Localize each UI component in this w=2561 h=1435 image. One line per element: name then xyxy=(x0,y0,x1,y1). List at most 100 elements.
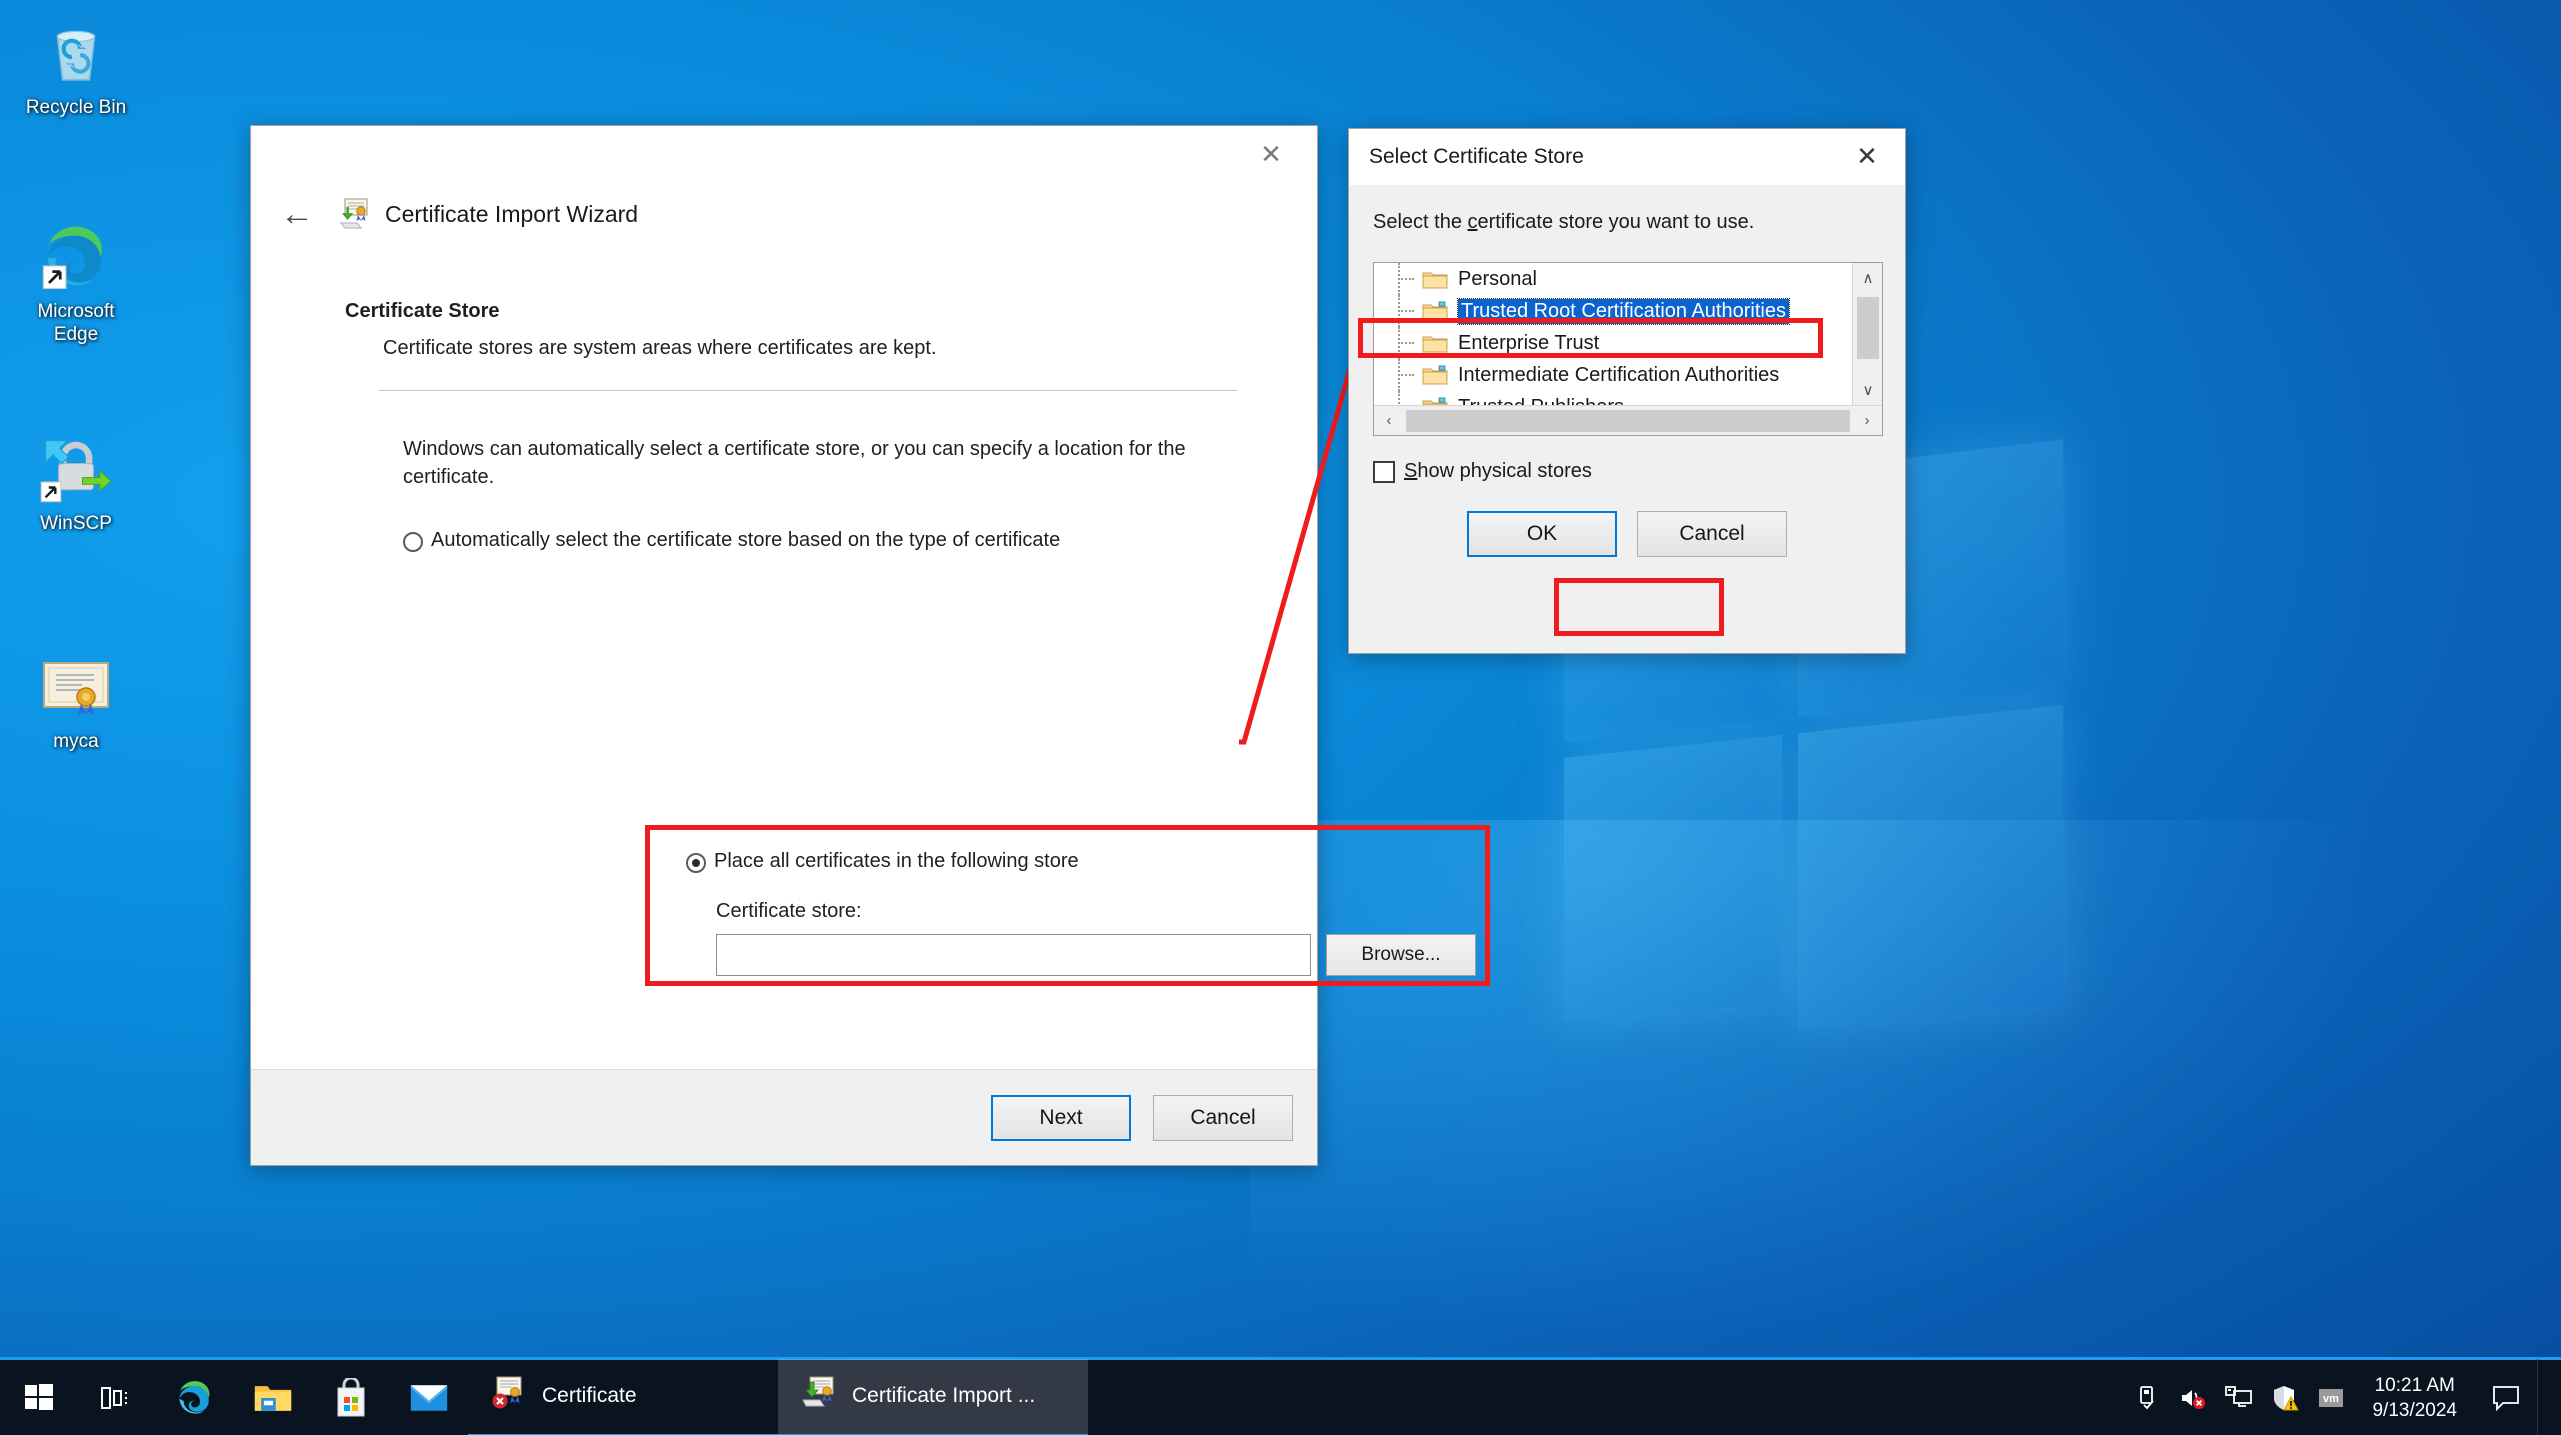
clock-time: 10:21 AM xyxy=(2374,1374,2455,1396)
list-item[interactable]: Enterprise Trust xyxy=(1374,327,1852,359)
desktop-icon-label: myca xyxy=(53,731,99,752)
clock-date: 9/13/2024 xyxy=(2372,1399,2457,1421)
folder-icon xyxy=(1422,397,1448,405)
list-item-label: Intermediate Certification Authorities xyxy=(1458,363,1780,386)
prompt-part-2: ertificate store you want to use. xyxy=(1477,211,1755,233)
wizard-title: Certificate Import Wizard xyxy=(385,200,639,227)
windows-logo-icon xyxy=(25,1383,53,1410)
wizard-body: Certificate Store Certificate stores are… xyxy=(251,244,1490,1069)
radio-automatic-store[interactable]: Automatically select the certificate sto… xyxy=(403,529,1269,552)
volume-muted-icon[interactable] xyxy=(2170,1359,2216,1435)
radio-place-all-certificates[interactable]: Place all certificates in the following … xyxy=(686,850,1079,873)
prompt-part-1: Select the xyxy=(1373,211,1468,233)
certificate-store-list[interactable]: Personal Trusted Root Certification Auth… xyxy=(1374,263,1852,405)
file-explorer-icon xyxy=(254,1385,292,1411)
security-warning-icon[interactable] xyxy=(2262,1359,2308,1435)
desktop-icon-label-line1: Microsoft xyxy=(37,301,115,322)
radio-indicator xyxy=(686,853,706,873)
list-item[interactable]: Intermediate Certification Authorities xyxy=(1374,359,1852,391)
certificate-import-wizard-window[interactable]: ✕ ← Certificate Import Wizard Certificat… xyxy=(250,125,1490,1166)
divider xyxy=(379,390,1237,391)
taskbar-window-certificate-import[interactable]: Certificate Import ... xyxy=(778,1358,1088,1435)
vertical-scrollbar-thumb[interactable] xyxy=(1857,297,1879,359)
close-icon[interactable]: ✕ xyxy=(1833,131,1901,181)
desktop-icon-recycle-bin[interactable]: Recycle Bin xyxy=(12,14,140,119)
ok-button[interactable]: OK xyxy=(1467,511,1617,557)
taskbar-pinned-microsoft-store[interactable] xyxy=(312,1359,390,1435)
scroll-up-icon[interactable]: ∧ xyxy=(1853,263,1882,293)
vmware-tools-icon[interactable]: vm xyxy=(2308,1359,2354,1435)
desktop-icon-myca[interactable]: myca xyxy=(12,648,140,753)
page-title: Certificate Store xyxy=(345,300,500,322)
certificate-store-tree[interactable]: Personal Trusted Root Certification Auth… xyxy=(1373,262,1883,436)
scroll-right-icon[interactable]: › xyxy=(1852,406,1882,436)
show-desktop-button[interactable] xyxy=(2537,1358,2553,1435)
certificate-import-icon xyxy=(800,1376,838,1416)
desktop-icon-microsoft-edge[interactable]: Microsoft Edge xyxy=(12,218,140,346)
cancel-button[interactable]: Cancel xyxy=(1153,1094,1293,1141)
list-item[interactable]: Trusted Publishers xyxy=(1374,391,1852,405)
wizard-titlebar: ✕ xyxy=(251,126,1317,184)
clock[interactable]: 10:21 AM 9/13/2024 xyxy=(2354,1373,2475,1423)
list-item-label: Trusted Root Certification Authorities xyxy=(1457,297,1790,325)
edge-icon xyxy=(12,218,140,296)
close-icon[interactable]: ✕ xyxy=(1235,132,1307,176)
taskbar-pinned-edge[interactable] xyxy=(156,1359,234,1435)
taskbar-pinned-file-explorer[interactable] xyxy=(234,1359,312,1435)
wizard-footer: Next Cancel xyxy=(251,1069,1317,1165)
system-tray: vm 10:21 AM 9/13/2024 xyxy=(2124,1358,2561,1435)
radio-indicator xyxy=(403,532,423,552)
taskbar[interactable]: Certificate Certificate Import ... vm 10… xyxy=(0,1357,2561,1435)
list-item-label: Enterprise Trust xyxy=(1458,331,1600,354)
certificate-error-icon xyxy=(490,1376,528,1416)
tree-line-icon xyxy=(1396,359,1422,391)
certificate-store-input[interactable] xyxy=(716,934,1311,976)
horizontal-scrollbar-thumb[interactable] xyxy=(1406,409,1850,432)
tree-line-icon xyxy=(1396,391,1422,405)
dialog-cancel-button[interactable]: Cancel xyxy=(1637,511,1787,557)
scroll-left-icon[interactable]: ‹ xyxy=(1374,406,1404,436)
highlight-box-certificate-store-group: Place all certificates in the following … xyxy=(645,825,1490,986)
task-view-icon xyxy=(101,1386,127,1409)
desktop-icon-winscp[interactable]: WinSCP xyxy=(12,430,140,535)
dialog-button-row: OK Cancel xyxy=(1373,511,1881,557)
select-certificate-store-dialog[interactable]: Select Certificate Store ✕ Select the ce… xyxy=(1348,128,1906,654)
start-button[interactable] xyxy=(0,1359,78,1435)
certificate-file-icon xyxy=(12,648,140,726)
action-center-button[interactable] xyxy=(2475,1359,2537,1435)
radio-label: Place all certificates in the following … xyxy=(714,850,1079,872)
edge-icon xyxy=(179,1380,210,1414)
page-subtitle: Certificate stores are system areas wher… xyxy=(383,337,937,359)
dialog-titlebar: Select Certificate Store ✕ xyxy=(1349,129,1905,185)
certificate-import-icon xyxy=(337,197,371,231)
taskbar-window-certificate[interactable]: Certificate xyxy=(468,1359,778,1435)
list-item-label: Trusted Publishers xyxy=(1458,396,1624,406)
show-physical-stores-checkbox[interactable]: Show physical stores xyxy=(1373,460,1881,483)
page-description: Windows can automatically select a certi… xyxy=(403,438,1186,488)
back-arrow-icon[interactable]: ← xyxy=(275,192,319,236)
list-item[interactable]: Personal xyxy=(1374,263,1852,295)
browse-button[interactable]: Browse... xyxy=(1326,934,1476,976)
network-icon[interactable] xyxy=(2216,1359,2262,1435)
list-item-selected[interactable]: Trusted Root Certification Authorities xyxy=(1374,295,1852,327)
list-item-label: Personal xyxy=(1458,267,1537,290)
checkbox-label-rest: how physical stores xyxy=(1417,460,1592,482)
tree-line-icon xyxy=(1396,295,1422,327)
next-button[interactable]: Next xyxy=(991,1094,1131,1141)
certificate-store-label: Certificate store: xyxy=(716,900,862,922)
taskbar-pinned-mail[interactable] xyxy=(390,1359,468,1435)
vertical-scrollbar[interactable]: ∧ ∨ xyxy=(1852,263,1882,405)
checkbox-label-accelerator: S xyxy=(1404,460,1418,482)
wizard-header: ← Certificate Import Wizard xyxy=(251,184,1317,244)
checkbox-indicator xyxy=(1373,460,1395,483)
safely-remove-hardware-icon[interactable] xyxy=(2124,1359,2170,1435)
notification-icon xyxy=(2493,1385,2519,1411)
dialog-body: Select the certificate store you want to… xyxy=(1349,185,1905,557)
folder-icon xyxy=(1422,269,1448,290)
horizontal-scrollbar[interactable]: ‹ › xyxy=(1374,405,1882,435)
taskbar-window-label: Certificate Import ... xyxy=(852,1384,1036,1407)
desktop[interactable]: Recycle Bin Microsoft Edge WinSCP myca ✕… xyxy=(0,0,2561,1435)
desktop-icon-label: WinSCP xyxy=(40,513,112,534)
task-view-button[interactable] xyxy=(78,1359,156,1435)
scroll-down-icon[interactable]: ∨ xyxy=(1853,375,1882,405)
